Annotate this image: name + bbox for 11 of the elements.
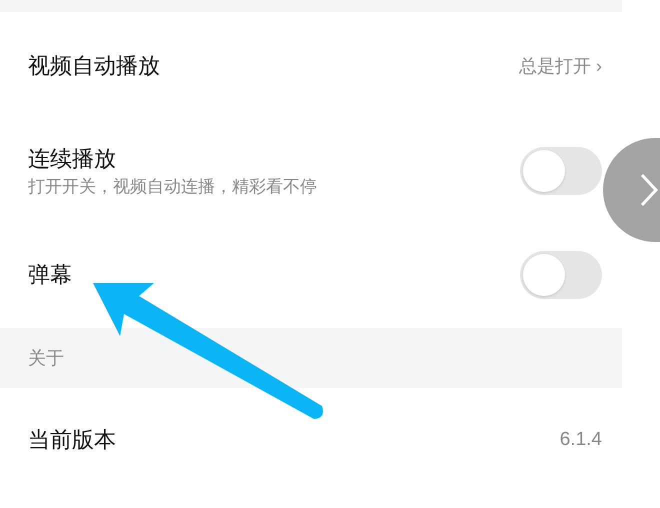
section-header: 关于: [0, 328, 622, 388]
setting-label: 弹幕: [28, 264, 72, 286]
setting-label: 连续播放: [28, 148, 117, 170]
version-value: 6.1.4: [560, 428, 602, 452]
setting-label: 当前版本: [28, 429, 116, 451]
setting-value[interactable]: 总是打开 ›: [519, 52, 602, 80]
setting-description: 打开开关，视频自动连播，精彩看不停: [28, 178, 317, 194]
toggle-switch[interactable]: [520, 147, 602, 195]
toggle-switch[interactable]: [520, 251, 602, 299]
chevron-right-icon: [639, 172, 659, 208]
setting-label: 视频自动播放: [28, 55, 160, 77]
